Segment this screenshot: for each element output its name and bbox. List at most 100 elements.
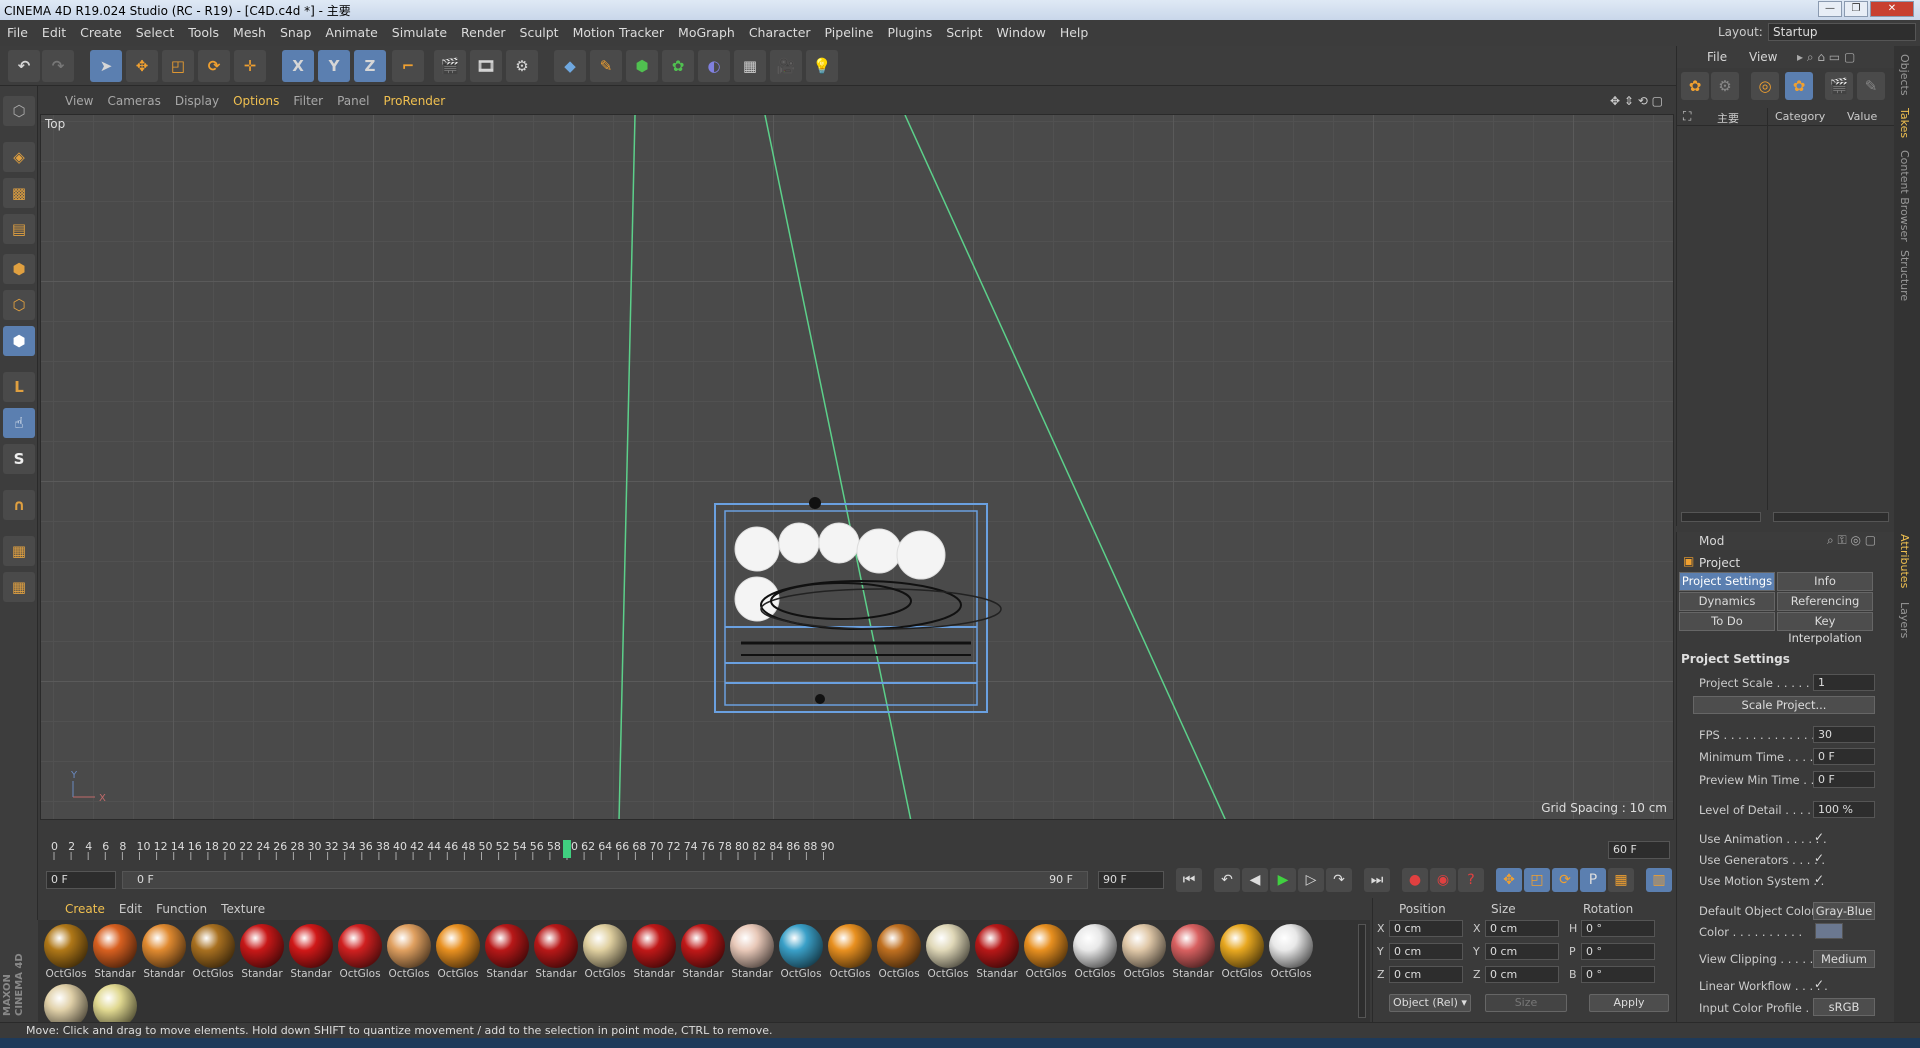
apply-button[interactable]: Apply [1589,994,1669,1012]
menu-motion-tracker[interactable]: Motion Tracker [566,20,671,46]
menu-file[interactable]: File [0,20,35,46]
rotation-field[interactable]: 0 ° [1581,920,1655,937]
play-icon[interactable]: ▶ [1270,868,1296,892]
rotation-field[interactable]: 0 ° [1581,943,1655,960]
render-settings-icon[interactable]: ⚙ [506,50,538,82]
prev-frame-icon[interactable]: ◀ [1242,868,1268,892]
material-swatch[interactable]: Standar [140,924,188,984]
object-menu-view[interactable]: View [1749,50,1777,64]
tab-project-settings[interactable]: Project Settings [1679,572,1775,591]
menu-tools[interactable]: Tools [181,20,226,46]
coordinate-mode-select[interactable]: Object (Rel) ▾ [1389,994,1471,1012]
polygons-mode-icon[interactable]: ⬢ [3,326,35,356]
menu-script[interactable]: Script [939,20,989,46]
material-menu-create[interactable]: Create [58,898,112,920]
timeline-ruler[interactable]: 0 2 4 6 8 10 12 14 16 18 20 22 24 26 28 30 32 34 36 38 40 42 4… [38,838,1674,862]
viewport-menu-options[interactable]: Options [226,88,286,114]
workplane-icon[interactable]: ▤ [3,214,35,244]
side-tab-takes[interactable]: Takes [1898,108,1911,138]
subdivision-icon[interactable]: ⬢ [626,50,658,82]
side-tab-structure[interactable]: Structure [1898,250,1911,301]
layout-select[interactable]: Startup [1768,23,1916,41]
size-field[interactable]: 0 cm [1485,966,1559,983]
rotation-field[interactable]: 0 ° [1581,966,1655,983]
material-scrollbar[interactable] [1358,924,1366,1018]
material-swatch[interactable]: OctGlos [1267,924,1315,984]
material-swatch[interactable]: Standar [679,924,727,984]
scale-project-button[interactable]: Scale Project... [1693,696,1875,714]
start-frame-field[interactable]: 0 F [46,871,116,889]
material-swatch[interactable]: OctGlos [1120,924,1168,984]
prev-key-icon[interactable]: ↶ [1214,868,1240,892]
autokey-icon[interactable]: ◉ [1430,868,1456,892]
material-swatch[interactable]: Standar [532,924,580,984]
deformer-icon[interactable]: ◐ [698,50,730,82]
material-menu-function[interactable]: Function [149,898,214,920]
object-menu-file[interactable]: File [1707,50,1727,64]
playhead-marker[interactable] [563,840,571,858]
cube-primitive-icon[interactable]: ◆ [554,50,586,82]
select-cursor-icon[interactable]: ➤ [90,50,122,82]
object-toolbar-icons[interactable]: ▸ ⌕ ⌂ ▭ ▢ [1797,50,1855,65]
menu-simulate[interactable]: Simulate [385,20,454,46]
view-clipping-select[interactable]: Medium [1813,950,1875,968]
minimize-button[interactable]: — [1818,1,1842,17]
default-object-color-select[interactable]: Gray-Blue [1813,902,1875,920]
undo-icon[interactable]: ↶ [8,50,40,82]
material-swatch[interactable]: OctGlos [875,924,923,984]
side-tab-content-browser[interactable]: Content Browser [1898,150,1911,242]
use-motion-system-checkbox[interactable]: ✓ [1814,872,1824,886]
material-swatch[interactable]: OctGlos [189,924,237,984]
key-position-icon[interactable]: ✥ [1496,868,1522,892]
menu-snap[interactable]: Snap [273,20,318,46]
object-render-icon[interactable]: 🎬 [1825,72,1853,100]
material-swatch[interactable]: Standar [1169,924,1217,984]
close-button[interactable]: ✕ [1870,1,1914,17]
take-item-main[interactable]: 主要 [1717,110,1739,126]
model-mode-icon[interactable]: ◈ [3,142,35,172]
menu-sculpt[interactable]: Sculpt [513,20,566,46]
material-swatch[interactable]: Standar [630,924,678,984]
objects-scrollbar-h[interactable] [1681,512,1761,522]
tab-info[interactable]: Info [1777,572,1873,591]
cloner-icon[interactable]: ✿ [662,50,694,82]
material-swatch[interactable]: OctGlos [336,924,384,984]
spline-pen-icon[interactable]: ✎ [590,50,622,82]
material-swatch[interactable]: Standar [91,924,139,984]
size-field[interactable]: 0 cm [1485,920,1559,937]
redo-icon[interactable]: ↷ [42,50,74,82]
material-menu-texture[interactable]: Texture [214,898,272,920]
next-frame-icon[interactable]: ▷ [1298,868,1324,892]
record-keys-icon[interactable]: ● [1402,868,1428,892]
viewport-menu-filter[interactable]: Filter [286,88,330,114]
color-swatch[interactable] [1815,923,1843,939]
planar-workplane-icon[interactable]: ▦ [3,572,35,602]
position-field[interactable]: 0 cm [1389,966,1463,983]
object-override-icon[interactable]: ✎ [1857,72,1885,100]
key-parameter-icon[interactable]: P [1580,868,1606,892]
tab-key-interpolation[interactable]: Key Interpolation [1777,612,1873,645]
render-picture-viewer-icon[interactable]: 🎞 [470,50,502,82]
position-field[interactable]: 0 cm [1389,920,1463,937]
render-view-icon[interactable]: 🎬 [434,50,466,82]
edges-mode-icon[interactable]: ⬡ [3,290,35,320]
key-pla-icon[interactable]: ▦ [1608,868,1634,892]
light-icon[interactable]: 💡 [806,50,838,82]
menu-mesh[interactable]: Mesh [226,20,273,46]
last-tool-icon[interactable]: ✛ [234,50,266,82]
tab-to-do[interactable]: To Do [1679,612,1775,631]
menu-pipeline[interactable]: Pipeline [818,20,881,46]
timeline-icon[interactable]: ▥ [1646,868,1672,892]
project-scale-field[interactable]: 1 [1813,674,1875,691]
viewport-menu-display[interactable]: Display [168,88,226,114]
rotate-tool-icon[interactable]: ⟳ [198,50,230,82]
material-swatch[interactable]: Standar [287,924,335,984]
axis-mode-icon[interactable]: L [3,372,35,402]
key-rotation-icon[interactable]: ⟳ [1552,868,1578,892]
use-generators-checkbox[interactable]: ✓ [1814,851,1824,865]
preview-min-time-field[interactable]: 0 F [1813,771,1875,788]
menu-create[interactable]: Create [73,20,129,46]
position-field[interactable]: 0 cm [1389,943,1463,960]
material-swatch[interactable]: Standar [973,924,1021,984]
material-swatch[interactable]: OctGlos [924,924,972,984]
